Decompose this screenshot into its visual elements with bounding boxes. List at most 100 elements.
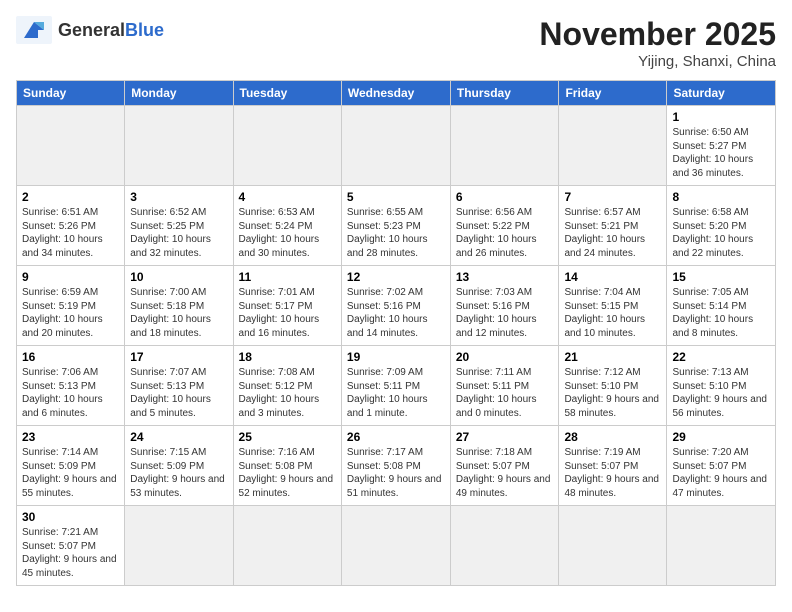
day-number: 17 (130, 350, 227, 364)
day-info: Sunrise: 7:05 AM Sunset: 5:14 PM Dayligh… (672, 286, 770, 340)
location: Yijing, Shanxi, China (539, 53, 776, 70)
calendar-cell (233, 506, 341, 586)
calendar-cell: 27 Sunrise: 7:18 AM Sunset: 5:07 PM Dayli… (450, 426, 559, 506)
calendar-cell: 4 Sunrise: 6:53 AM Sunset: 5:24 PM Daylig… (233, 186, 341, 266)
calendar-cell: 16 Sunrise: 7:06 AM Sunset: 5:13 PM Dayli… (17, 346, 125, 426)
calendar-cell: 30Sunrise: 7:21 AM Sunset: 5:07 PM Dayli… (17, 506, 125, 586)
week-row-6: 30Sunrise: 7:21 AM Sunset: 5:07 PM Dayli… (17, 506, 776, 586)
calendar-cell: 3Sunrise: 6:52 AM Sunset: 5:25 PM Daylig… (125, 186, 233, 266)
weekday-header-wednesday: Wednesday (341, 81, 450, 106)
day-info: Sunrise: 7:18 AM Sunset: 5:07 PM Dayligh… (456, 446, 554, 500)
logo-icon (16, 16, 52, 44)
day-info: Sunrise: 7:04 AM Sunset: 5:15 PM Dayligh… (564, 286, 661, 340)
day-number: 29 (672, 430, 770, 444)
calendar-cell (341, 506, 450, 586)
day-info: Sunrise: 7:03 AM Sunset: 5:16 PM Dayligh… (456, 286, 554, 340)
day-number: 15 (672, 270, 770, 284)
day-number: 16 (22, 350, 119, 364)
day-number: 30 (22, 510, 119, 524)
calendar-cell: 6 Sunrise: 6:56 AM Sunset: 5:22 PM Daylig… (450, 186, 559, 266)
calendar-cell: 21Sunrise: 7:12 AM Sunset: 5:10 PM Dayli… (559, 346, 667, 426)
day-info: Sunrise: 7:11 AM Sunset: 5:11 PM Dayligh… (456, 366, 554, 420)
day-info: Sunrise: 7:20 AM Sunset: 5:07 PM Dayligh… (672, 446, 770, 500)
calendar-cell (125, 106, 233, 186)
day-info: Sunrise: 6:53 AM Sunset: 5:24 PM Dayligh… (239, 206, 336, 260)
day-number: 5 (347, 190, 445, 204)
calendar-cell: 25Sunrise: 7:16 AM Sunset: 5:08 PM Dayli… (233, 426, 341, 506)
weekday-header-friday: Friday (559, 81, 667, 106)
calendar-cell: 5 Sunrise: 6:55 AM Sunset: 5:23 PM Daylig… (341, 186, 450, 266)
weekday-header-tuesday: Tuesday (233, 81, 341, 106)
page-header: GeneralBlue November 2025 Yijing, Shanxi… (16, 16, 776, 70)
day-info: Sunrise: 6:55 AM Sunset: 5:23 PM Dayligh… (347, 206, 445, 260)
day-info: Sunrise: 7:14 AM Sunset: 5:09 PM Dayligh… (22, 446, 119, 500)
calendar-cell: 22 Sunrise: 7:13 AM Sunset: 5:10 PM Dayli… (667, 346, 776, 426)
calendar-cell: 29 Sunrise: 7:20 AM Sunset: 5:07 PM Dayli… (667, 426, 776, 506)
calendar-cell: 2 Sunrise: 6:51 AM Sunset: 5:26 PM Daylig… (17, 186, 125, 266)
day-info: Sunrise: 7:06 AM Sunset: 5:13 PM Dayligh… (22, 366, 119, 420)
day-number: 24 (130, 430, 227, 444)
day-info: Sunrise: 7:01 AM Sunset: 5:17 PM Dayligh… (239, 286, 336, 340)
calendar-cell: 26 Sunrise: 7:17 AM Sunset: 5:08 PM Dayli… (341, 426, 450, 506)
day-number: 6 (456, 190, 554, 204)
day-number: 2 (22, 190, 119, 204)
day-number: 11 (239, 270, 336, 284)
day-number: 12 (347, 270, 445, 284)
month-title: November 2025 (539, 16, 776, 53)
calendar-cell: 13Sunrise: 7:03 AM Sunset: 5:16 PM Dayli… (450, 266, 559, 346)
day-info: Sunrise: 7:17 AM Sunset: 5:08 PM Dayligh… (347, 446, 445, 500)
day-info: Sunrise: 7:09 AM Sunset: 5:11 PM Dayligh… (347, 366, 445, 420)
calendar-cell (559, 106, 667, 186)
day-number: 18 (239, 350, 336, 364)
calendar-cell: 14 Sunrise: 7:04 AM Sunset: 5:15 PM Dayli… (559, 266, 667, 346)
day-info: Sunrise: 7:07 AM Sunset: 5:13 PM Dayligh… (130, 366, 227, 420)
week-row-3: 9 Sunrise: 6:59 AM Sunset: 5:19 PM Daylig… (17, 266, 776, 346)
week-row-4: 16 Sunrise: 7:06 AM Sunset: 5:13 PM Dayli… (17, 346, 776, 426)
calendar-cell: 20 Sunrise: 7:11 AM Sunset: 5:11 PM Dayli… (450, 346, 559, 426)
calendar-cell (450, 106, 559, 186)
weekday-header-saturday: Saturday (667, 81, 776, 106)
calendar-cell (125, 506, 233, 586)
day-number: 14 (564, 270, 661, 284)
day-number: 8 (672, 190, 770, 204)
day-number: 10 (130, 270, 227, 284)
day-info: Sunrise: 7:13 AM Sunset: 5:10 PM Dayligh… (672, 366, 770, 420)
calendar-cell: 28Sunrise: 7:19 AM Sunset: 5:07 PM Dayli… (559, 426, 667, 506)
day-info: Sunrise: 7:16 AM Sunset: 5:08 PM Dayligh… (239, 446, 336, 500)
day-number: 23 (22, 430, 119, 444)
calendar-cell: 15 Sunrise: 7:05 AM Sunset: 5:14 PM Dayli… (667, 266, 776, 346)
calendar-cell: 10 Sunrise: 7:00 AM Sunset: 5:18 PM Dayli… (125, 266, 233, 346)
calendar-cell: 9 Sunrise: 6:59 AM Sunset: 5:19 PM Daylig… (17, 266, 125, 346)
week-row-1: 1Sunrise: 6:50 AM Sunset: 5:27 PM Daylig… (17, 106, 776, 186)
day-info: Sunrise: 7:08 AM Sunset: 5:12 PM Dayligh… (239, 366, 336, 420)
calendar-cell (17, 106, 125, 186)
day-number: 20 (456, 350, 554, 364)
calendar-cell: 17 Sunrise: 7:07 AM Sunset: 5:13 PM Dayli… (125, 346, 233, 426)
day-info: Sunrise: 7:19 AM Sunset: 5:07 PM Dayligh… (564, 446, 661, 500)
calendar-cell: 23 Sunrise: 7:14 AM Sunset: 5:09 PM Dayli… (17, 426, 125, 506)
day-info: Sunrise: 7:00 AM Sunset: 5:18 PM Dayligh… (130, 286, 227, 340)
day-number: 22 (672, 350, 770, 364)
day-number: 27 (456, 430, 554, 444)
calendar-cell: 18 Sunrise: 7:08 AM Sunset: 5:12 PM Dayli… (233, 346, 341, 426)
logo-text: GeneralBlue (58, 20, 164, 41)
week-row-2: 2 Sunrise: 6:51 AM Sunset: 5:26 PM Daylig… (17, 186, 776, 266)
title-block: November 2025 Yijing, Shanxi, China (539, 16, 776, 70)
day-number: 9 (22, 270, 119, 284)
calendar-cell (341, 106, 450, 186)
calendar-cell: 11 Sunrise: 7:01 AM Sunset: 5:17 PM Dayli… (233, 266, 341, 346)
day-info: Sunrise: 6:58 AM Sunset: 5:20 PM Dayligh… (672, 206, 770, 260)
calendar-cell (559, 506, 667, 586)
day-number: 4 (239, 190, 336, 204)
day-info: Sunrise: 6:52 AM Sunset: 5:25 PM Dayligh… (130, 206, 227, 260)
day-number: 7 (564, 190, 661, 204)
day-info: Sunrise: 6:50 AM Sunset: 5:27 PM Dayligh… (672, 126, 770, 180)
calendar-cell: 12Sunrise: 7:02 AM Sunset: 5:16 PM Dayli… (341, 266, 450, 346)
weekday-header-row: SundayMondayTuesdayWednesdayThursdayFrid… (17, 81, 776, 106)
day-info: Sunrise: 6:51 AM Sunset: 5:26 PM Dayligh… (22, 206, 119, 260)
day-info: Sunrise: 6:56 AM Sunset: 5:22 PM Dayligh… (456, 206, 554, 260)
calendar-cell (667, 506, 776, 586)
day-info: Sunrise: 7:12 AM Sunset: 5:10 PM Dayligh… (564, 366, 661, 420)
day-number: 26 (347, 430, 445, 444)
day-info: Sunrise: 6:59 AM Sunset: 5:19 PM Dayligh… (22, 286, 119, 340)
